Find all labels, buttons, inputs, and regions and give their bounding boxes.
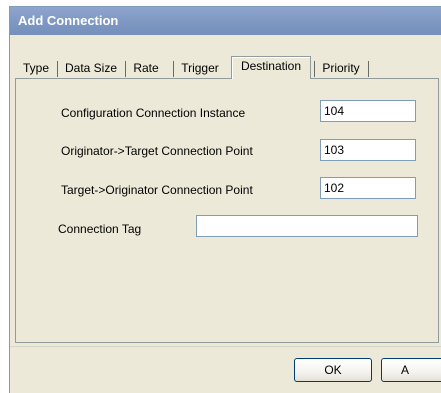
tab-strip: Type Data Size Rate Trigger Destination … — [15, 56, 441, 79]
t-to-o-point-label: Target->Originator Connection Point — [61, 183, 253, 197]
config-instance-field[interactable] — [320, 100, 416, 122]
tab-data-size[interactable]: Data Size — [59, 59, 123, 78]
o-to-t-point-field[interactable] — [320, 139, 416, 161]
tab-trigger[interactable]: Trigger — [175, 59, 225, 78]
add-connection-dialog: Add Connection Type Data Size Rate Trigg… — [9, 6, 441, 393]
config-instance-label: Configuration Connection Instance — [61, 106, 246, 120]
tab-destination[interactable]: Destination — [231, 56, 311, 79]
connection-tag-field[interactable] — [196, 215, 418, 237]
destination-panel: Configuration Connection Instance Origin… — [15, 78, 439, 343]
tab-type[interactable]: Type — [17, 59, 55, 78]
tab-priority[interactable]: Priority — [316, 59, 366, 78]
tab-divider — [57, 61, 58, 77]
title-bar[interactable]: Add Connection — [10, 7, 441, 35]
tab-divider — [368, 61, 369, 77]
t-to-o-point-field[interactable] — [320, 177, 416, 199]
o-to-t-point-label: Originator->Target Connection Point — [61, 144, 253, 158]
tab-divider — [173, 61, 174, 77]
tab-divider — [314, 61, 315, 77]
apply-button[interactable]: A — [381, 358, 441, 382]
button-area-divider — [10, 346, 441, 347]
connection-tag-label: Connection Tag — [58, 222, 142, 236]
dialog-title: Add Connection — [18, 13, 119, 28]
tab-rate[interactable]: Rate — [127, 59, 165, 78]
tab-divider — [125, 61, 126, 77]
ok-button[interactable]: OK — [294, 358, 372, 382]
